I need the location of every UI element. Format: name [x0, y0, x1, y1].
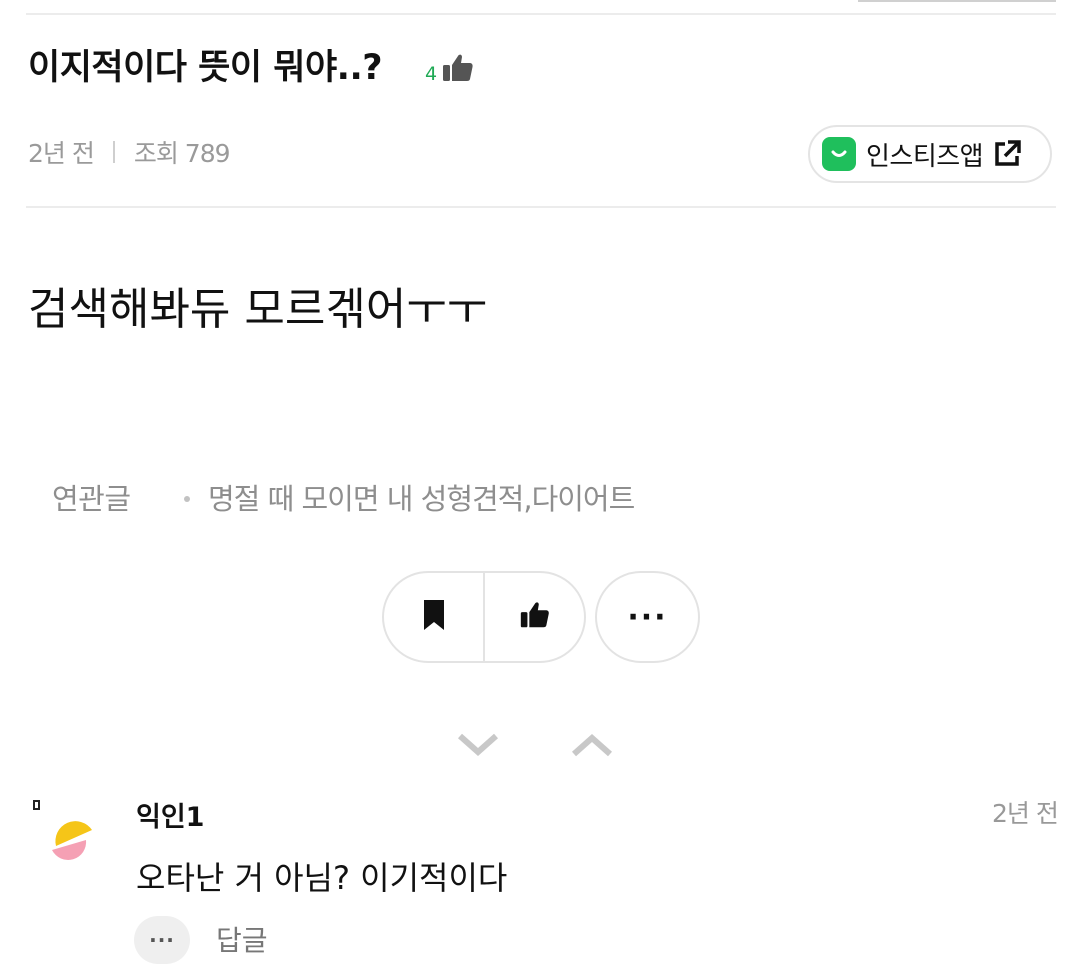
thumbs-up-icon	[518, 598, 552, 636]
related-bullet	[184, 496, 190, 502]
bookmark-button[interactable]	[384, 573, 483, 661]
thumbs-up-icon	[440, 50, 476, 90]
header-divider	[26, 206, 1056, 208]
top-tab-indicator	[858, 0, 1056, 2]
like-count: 4	[425, 63, 438, 85]
top-divider	[26, 13, 1056, 15]
chevron-down-icon[interactable]	[456, 726, 500, 762]
meta-separator	[112, 141, 115, 163]
avatar	[46, 816, 100, 870]
app-logo-icon	[822, 137, 856, 171]
comment-text: 오타난 거 아님? 이기적이다	[136, 859, 508, 897]
reply-button[interactable]: 답글	[216, 919, 268, 959]
bookmark-icon	[422, 599, 446, 635]
chevron-up-icon[interactable]	[570, 726, 614, 762]
post-body: 검색해봐듀 모르겎어ㅜㅜ	[28, 284, 488, 335]
related-item[interactable]: 명절 때 모이면 내 성형견적,다이어트	[208, 476, 635, 518]
related-label: 연관글	[52, 482, 131, 516]
external-link-icon	[991, 138, 1023, 170]
comment-marker	[33, 800, 40, 810]
like-button[interactable]	[483, 573, 584, 661]
post-time: 2년 전	[28, 139, 95, 168]
post-meta: 2년 전 조회 789	[28, 136, 231, 168]
app-badge-label: 인스티즈앱	[866, 141, 984, 172]
post-like-summary: 4	[425, 52, 476, 88]
open-in-app-button[interactable]: 인스티즈앱	[808, 125, 1052, 183]
more-options-button[interactable]: ···	[595, 571, 700, 663]
comment-more-button[interactable]: ···	[134, 916, 190, 964]
post-views: 조회 789	[133, 139, 231, 168]
comment-time: 2년 전	[992, 799, 1059, 828]
post-action-group	[382, 571, 586, 663]
post-title: 이지적이다 뜻이 뭐야..?	[28, 48, 383, 88]
comment-author: 익인1	[136, 802, 205, 833]
